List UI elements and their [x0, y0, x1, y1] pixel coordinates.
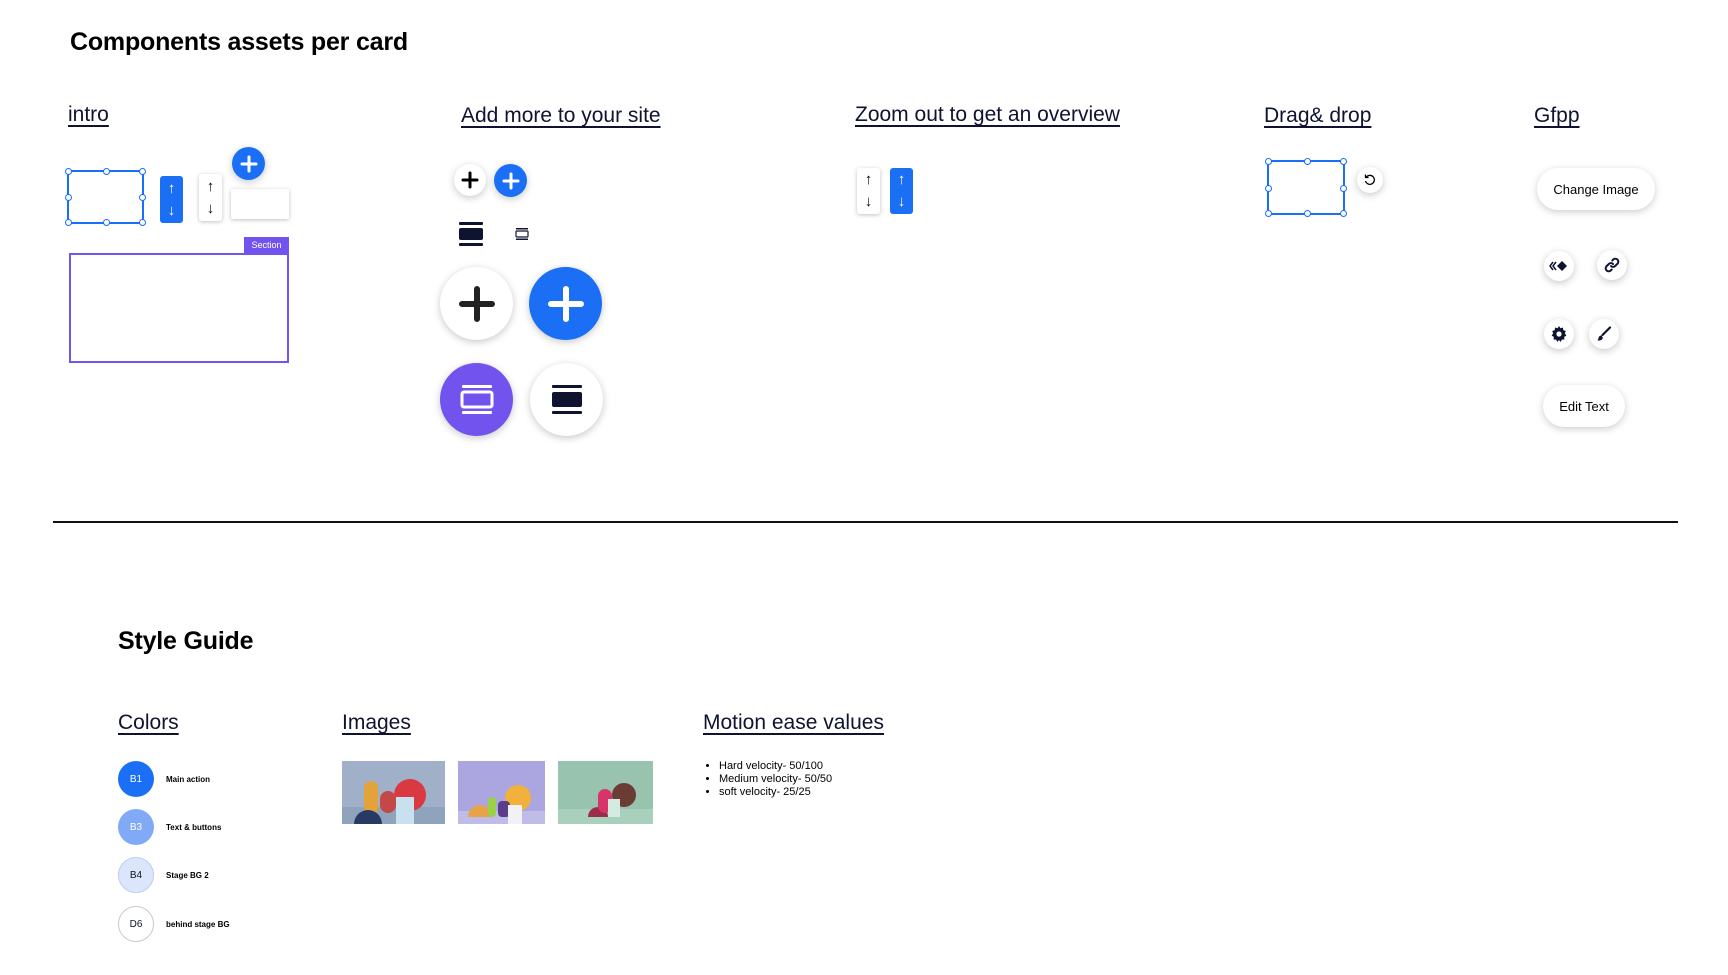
settings-button[interactable]: [1544, 319, 1574, 349]
section-frame[interactable]: [69, 253, 289, 363]
resize-handle[interactable]: [139, 194, 146, 201]
card-title-drag-drop[interactable]: Drag& drop: [1264, 104, 1371, 128]
sections-button-white[interactable]: [530, 363, 603, 436]
add-button-blue-small[interactable]: [494, 164, 527, 197]
resize-handle[interactable]: [1265, 185, 1272, 192]
animation-button[interactable]: [1544, 251, 1574, 281]
move-arrows-blue[interactable]: ↑ ↓: [160, 176, 183, 223]
list-item: Hard velocity- 50/100: [719, 760, 832, 773]
page-title: Components assets per card: [70, 28, 408, 56]
selected-element-box[interactable]: [1265, 158, 1347, 217]
animation-icon: [1549, 261, 1567, 271]
image-thumbnail[interactable]: [558, 761, 653, 824]
arrow-up-icon[interactable]: ↑: [168, 178, 176, 200]
rotate-button[interactable]: [1357, 167, 1383, 193]
plus-icon: [240, 155, 257, 172]
move-arrows-blue[interactable]: ↑ ↓: [890, 168, 913, 214]
color-label-d6: behind stage BG: [166, 920, 230, 929]
edit-text-button[interactable]: Edit Text: [1543, 385, 1625, 427]
color-label-b4: Stage BG 2: [166, 871, 209, 880]
color-label-b3: Text & buttons: [166, 823, 222, 832]
resize-handle[interactable]: [1340, 158, 1347, 165]
resize-handle[interactable]: [65, 194, 72, 201]
section-layout-icon[interactable]: [458, 221, 484, 252]
arrow-down-icon[interactable]: ↓: [168, 200, 176, 222]
move-arrows-white[interactable]: ↑ ↓: [857, 168, 880, 214]
style-guide-title: Style Guide: [118, 627, 254, 655]
motion-title[interactable]: Motion ease values: [703, 711, 884, 735]
sections-button-purple[interactable]: [440, 363, 513, 436]
add-button-white-large[interactable]: [440, 267, 513, 340]
resize-handle[interactable]: [139, 168, 146, 175]
plus-icon: [502, 172, 519, 189]
gear-icon: [1551, 326, 1567, 342]
card-title-gfpp[interactable]: Gfpp: [1534, 104, 1580, 128]
link-icon: [1604, 257, 1620, 273]
resize-handle[interactable]: [1265, 210, 1272, 217]
rotate-icon: [1364, 174, 1375, 185]
image-thumbnail[interactable]: [342, 761, 445, 824]
resize-handle[interactable]: [139, 219, 146, 226]
section-layout-icon: [460, 384, 493, 414]
color-label-b1: Main action: [166, 775, 211, 784]
card-title-add-more[interactable]: Add more to your site: [461, 104, 661, 128]
add-button-small[interactable]: [232, 147, 265, 180]
plus-icon: [547, 285, 584, 322]
resize-handle[interactable]: [1304, 158, 1311, 165]
link-button[interactable]: [1597, 250, 1627, 280]
arrow-up-icon[interactable]: ↑: [207, 176, 215, 198]
card-title-zoom-out[interactable]: Zoom out to get an overview: [855, 103, 1120, 127]
section-layout-icon-small[interactable]: [515, 227, 529, 246]
resize-handle[interactable]: [103, 219, 110, 226]
arrow-up-icon[interactable]: ↑: [865, 169, 873, 191]
resize-handle[interactable]: [103, 168, 110, 175]
resize-handle[interactable]: [1340, 210, 1347, 217]
resize-handle[interactable]: [1265, 158, 1272, 165]
add-button-blue-large[interactable]: [529, 267, 602, 340]
resize-handle[interactable]: [65, 168, 72, 175]
arrow-down-icon[interactable]: ↓: [898, 191, 906, 213]
move-arrows-white[interactable]: ↑ ↓: [199, 174, 222, 221]
card-title-intro[interactable]: intro: [68, 103, 109, 127]
resize-handle[interactable]: [65, 219, 72, 226]
change-image-button[interactable]: Change Image: [1537, 168, 1655, 210]
motion-values-list: Hard velocity- 50/100 Medium velocity- 5…: [703, 760, 832, 799]
resize-handle[interactable]: [1340, 185, 1347, 192]
list-item: Medium velocity- 50/50: [719, 773, 832, 786]
image-thumbnail[interactable]: [458, 761, 545, 824]
design-button[interactable]: [1589, 319, 1619, 349]
plus-icon: [461, 171, 479, 189]
arrow-up-icon[interactable]: ↑: [898, 169, 906, 191]
color-swatch-b3: B3: [118, 809, 154, 845]
arrow-down-icon[interactable]: ↓: [865, 191, 873, 213]
section-layout-icon: [551, 384, 582, 414]
images-title[interactable]: Images: [342, 711, 411, 735]
color-swatch-b4: B4: [118, 857, 154, 893]
empty-element-placeholder[interactable]: [231, 189, 289, 219]
section-divider: [53, 521, 1678, 523]
list-item: soft velocity- 25/25: [719, 786, 832, 799]
color-swatch-d6: D6: [118, 906, 154, 942]
arrow-down-icon[interactable]: ↓: [207, 198, 215, 220]
section-tag[interactable]: Section: [244, 237, 289, 253]
plus-icon: [458, 285, 495, 322]
resize-handle[interactable]: [1304, 210, 1311, 217]
brush-icon: [1597, 326, 1612, 341]
add-button-white-small[interactable]: [454, 164, 486, 196]
color-swatch-b1: B1: [118, 761, 154, 797]
colors-title[interactable]: Colors: [118, 711, 179, 735]
selected-element-box[interactable]: [65, 168, 146, 226]
